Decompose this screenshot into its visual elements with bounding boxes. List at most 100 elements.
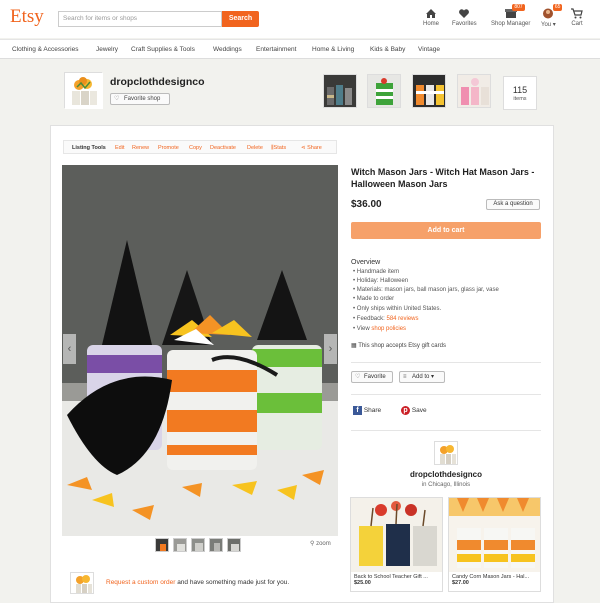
related-listing-title: Back to School Teacher Gift ... xyxy=(354,574,428,580)
favorite-button[interactable]: ♡ Favorite xyxy=(351,371,393,383)
chevron-down-icon: ▾ xyxy=(431,374,435,380)
shop-thumbnail[interactable] xyxy=(412,74,446,108)
listing-tools-label: Listing Tools xyxy=(72,145,106,151)
delete-link[interactable]: Delete xyxy=(247,145,263,151)
chevron-left-icon: ‹ xyxy=(67,343,72,355)
edit-link[interactable]: Edit xyxy=(115,145,124,151)
nav-you[interactable]: 65 You ▾ xyxy=(541,4,563,28)
related-listing-title: Candy Corn Mason Jars - Hal... xyxy=(452,574,530,580)
save-pinterest-button[interactable]: p Save xyxy=(401,406,427,415)
you-badge: 65 xyxy=(552,4,563,11)
divider xyxy=(351,394,541,395)
related-listing-card[interactable]: Candy Corn Mason Jars - Hal... $27.00 xyxy=(448,497,541,592)
deactivate-link[interactable]: Deactivate xyxy=(210,145,236,151)
category-entertainment[interactable]: Entertainment xyxy=(256,46,296,53)
related-listing-image xyxy=(351,498,442,572)
reviews-link[interactable]: 584 reviews xyxy=(386,316,418,322)
related-listing-price: $27.00 xyxy=(452,580,469,586)
avatar-icon: 65 xyxy=(542,4,563,19)
category-kids-baby[interactable]: Kids & Baby xyxy=(370,46,405,53)
add-to-list-button[interactable]: ≡ Add to ▾ xyxy=(399,371,445,383)
shop-logo[interactable] xyxy=(64,72,103,109)
add-to-cart-button[interactable]: Add to cart xyxy=(351,222,541,239)
divider xyxy=(351,430,541,431)
next-image-button[interactable]: › xyxy=(324,334,337,364)
category-weddings[interactable]: Weddings xyxy=(213,46,242,53)
items-count-box[interactable]: 115 items xyxy=(503,76,537,110)
heart-icon: ♡ xyxy=(355,374,361,380)
nav-shop-manager-label: Shop Manager xyxy=(491,21,531,27)
top-bar: Etsy Search for items or shops Search Ho… xyxy=(0,0,600,38)
stats-label: Stats xyxy=(273,145,287,151)
favorite-shop-label: Favorite shop xyxy=(124,96,161,102)
shop-policies-link[interactable]: shop policies xyxy=(371,326,406,332)
nav-home-label: Home xyxy=(423,21,440,27)
listing-price: $36.00 xyxy=(351,199,382,210)
related-listing-price: $25.00 xyxy=(354,580,371,586)
etsy-logo[interactable]: Etsy xyxy=(10,6,44,28)
request-custom-order-link[interactable]: Request a custom order xyxy=(106,579,175,586)
image-thumbnail[interactable] xyxy=(173,538,187,552)
nav-home[interactable]: Home xyxy=(423,8,439,27)
shop-manager-badge: 807 xyxy=(512,4,525,11)
ask-question-button[interactable]: Ask a question xyxy=(486,199,540,210)
main-product-image[interactable] xyxy=(62,165,338,536)
nav-favorites[interactable]: Favorites xyxy=(452,8,477,27)
category-craft-supplies[interactable]: Craft Supplies & Tools xyxy=(131,46,195,53)
renew-link[interactable]: Renew xyxy=(132,145,149,151)
category-vintage[interactable]: Vintage xyxy=(418,46,440,53)
chevron-right-icon: › xyxy=(328,343,333,355)
shop-thumbnail[interactable] xyxy=(323,74,357,108)
shop-thumbnail[interactable] xyxy=(457,74,491,108)
overview-item: • Made to order xyxy=(353,296,395,302)
chevron-down-icon: ▾ xyxy=(551,22,556,28)
cart-icon xyxy=(571,8,583,19)
nav-cart-label: Cart xyxy=(571,21,583,27)
image-thumbnail[interactable] xyxy=(191,538,205,552)
overview-item: • Materials: mason jars, ball mason jars… xyxy=(353,287,499,293)
stats-link[interactable]: ⫼Stats xyxy=(271,145,286,152)
items-label: items xyxy=(513,96,527,102)
copy-link[interactable]: Copy xyxy=(189,145,202,151)
heart-icon: ♡ xyxy=(114,96,120,102)
promote-link[interactable]: Promote xyxy=(158,145,179,151)
favorite-shop-button[interactable]: ♡ Favorite shop xyxy=(110,93,170,105)
list-icon: ≡ xyxy=(403,374,407,380)
seller-logo[interactable] xyxy=(434,441,458,465)
overview-item: • Holiday: Halloween xyxy=(353,278,409,284)
nav-you-label: You xyxy=(541,22,552,28)
category-home-living[interactable]: Home & Living xyxy=(312,46,354,53)
image-thumbnail[interactable] xyxy=(209,538,223,552)
shop-logo-small xyxy=(70,572,94,594)
category-bar: Clothing & Accessories Jewelry Craft Sup… xyxy=(0,39,600,59)
previous-image-button[interactable]: ‹ xyxy=(63,334,76,364)
nav-shop-manager[interactable]: 807 Shop Manager xyxy=(491,4,531,27)
share-link[interactable]: ⋖ Share xyxy=(301,145,322,151)
facebook-icon: f xyxy=(353,406,362,415)
search-input[interactable]: Search for items or shops xyxy=(58,11,222,27)
heart-icon xyxy=(458,8,470,19)
overview-feedback: • Feedback: 584 reviews xyxy=(353,316,419,322)
category-clothing[interactable]: Clothing & Accessories xyxy=(12,46,78,53)
divider xyxy=(351,362,541,363)
related-listing-image xyxy=(449,498,540,572)
seller-location: in Chicago, Illinois xyxy=(421,482,471,488)
overview-item: • Handmade item xyxy=(353,269,400,275)
zoom-label: zoom xyxy=(316,541,331,547)
seller-name[interactable]: dropclothdesignco xyxy=(351,470,541,479)
zoom-control[interactable]: ⚲ zoom xyxy=(310,540,331,547)
items-count: 115 xyxy=(512,85,528,95)
shop-thumbnail[interactable] xyxy=(367,74,401,108)
related-listing-card[interactable]: Back to School Teacher Gift ... $25.00 xyxy=(350,497,443,592)
search-button[interactable]: Search xyxy=(222,11,259,27)
image-thumbnail[interactable] xyxy=(227,538,241,552)
nav-cart[interactable]: Cart xyxy=(571,8,583,27)
listing-title: Witch Mason Jars - Witch Hat Mason Jars … xyxy=(351,167,535,189)
shop-name[interactable]: dropclothdesignco xyxy=(110,76,205,88)
image-thumbnail[interactable] xyxy=(155,538,169,552)
gift-cards-note: ▦ This shop accepts Etsy gift cards xyxy=(351,343,446,349)
overview-policies: • View shop policies xyxy=(353,326,407,332)
category-jewelry[interactable]: Jewelry xyxy=(96,46,118,53)
overview-item: • Only ships within United States. xyxy=(353,306,442,312)
share-facebook-button[interactable]: f Share xyxy=(353,406,381,415)
